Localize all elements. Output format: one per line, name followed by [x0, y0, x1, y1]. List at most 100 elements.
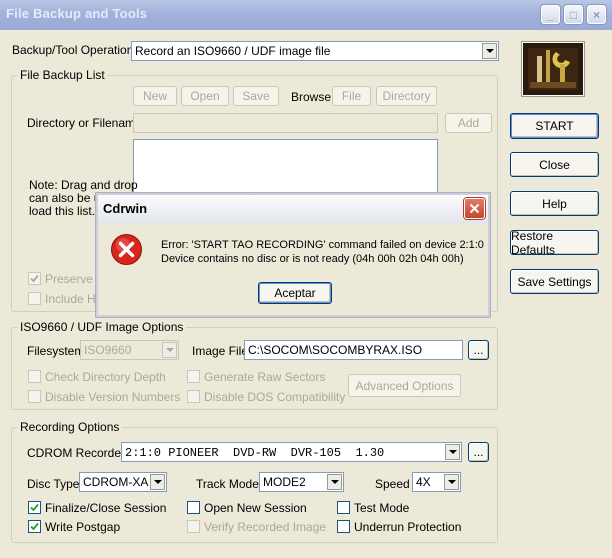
operation-select[interactable]: Record an ISO9660 / UDF image file	[131, 41, 499, 61]
preserve-label: Preserve F	[45, 272, 104, 286]
chevron-down-icon	[448, 450, 457, 454]
disable-version-checkbox[interactable]	[28, 390, 41, 403]
image-file-label: Image File	[192, 344, 249, 358]
write-postgap-label: Write Postgap	[45, 520, 121, 534]
disable-dos-checkbox[interactable]	[187, 390, 200, 403]
verify-label: Verify Recorded Image	[204, 520, 327, 534]
verify-checkbox[interactable]	[187, 520, 200, 533]
browse-file-button[interactable]: File	[332, 86, 371, 106]
test-mode-checkbox[interactable]	[337, 501, 350, 514]
checkmark-icon	[30, 274, 39, 283]
open-list-button[interactable]: Open	[181, 86, 229, 106]
accept-button[interactable]: Aceptar	[258, 282, 332, 304]
operation-dropdown-button[interactable]	[482, 43, 497, 59]
maximize-button[interactable]: □	[564, 5, 583, 24]
add-button[interactable]: Add	[445, 113, 492, 133]
operation-value: Record an ISO9660 / UDF image file	[135, 44, 331, 58]
underrun-checkbox[interactable]	[337, 520, 350, 533]
save-list-button[interactable]: Save	[233, 86, 279, 106]
save-settings-button[interactable]: Save Settings	[510, 269, 599, 294]
cdrom-recorder-select[interactable]: 2:1:0 PIONEER DVD-RW DVR-105 1.30	[121, 442, 462, 462]
error-dialog[interactable]: Cdrwin Error: 'START TAO RECORDING' comm…	[96, 193, 490, 317]
track-mode-select[interactable]: MODE2	[259, 472, 344, 492]
speed-value: 4X	[416, 475, 431, 489]
preserve-checkbox[interactable]	[28, 272, 41, 285]
window-title: File Backup and Tools	[6, 6, 148, 21]
open-new-session-label: Open New Session	[204, 501, 307, 515]
filesystem-label: Filesystem	[27, 344, 85, 358]
filesystem-dropdown-button[interactable]	[162, 342, 177, 358]
checkmark-icon	[30, 503, 39, 512]
cdrom-recorder-dropdown-button[interactable]	[445, 444, 460, 460]
operation-label: Backup/Tool Operation	[12, 43, 134, 57]
error-icon	[110, 233, 143, 266]
speed-select[interactable]: 4X	[412, 472, 461, 492]
disc-type-dropdown-button[interactable]	[150, 474, 165, 490]
track-mode-dropdown-button[interactable]	[327, 474, 342, 490]
minimize-button[interactable]: _	[541, 5, 560, 24]
write-postgap-checkbox[interactable]	[28, 520, 41, 533]
help-button[interactable]: Help	[510, 191, 599, 216]
track-mode-label: Track Mode	[196, 477, 259, 491]
image-file-input[interactable]: C:\SOCOM\SOCOMBYRAX.ISO	[244, 340, 463, 360]
start-button[interactable]: START	[510, 113, 599, 139]
close-window-button[interactable]: ×	[587, 5, 606, 24]
image-file-browse-button[interactable]: ...	[468, 340, 489, 360]
minimize-icon: _	[547, 7, 554, 22]
track-mode-value: MODE2	[263, 475, 306, 489]
browse-label: Browse	[291, 90, 332, 104]
disable-version-label: Disable Version Numbers	[45, 390, 181, 404]
maximize-icon: □	[569, 7, 578, 22]
dialog-title: Cdrwin	[103, 201, 148, 216]
tools-icon	[523, 43, 583, 95]
chevron-down-icon	[153, 480, 162, 484]
directory-filename-label: Directory or Filename	[27, 116, 142, 130]
include-label: Include Hi	[45, 292, 99, 306]
disable-dos-label: Disable DOS Compatibility	[204, 390, 346, 404]
cdrom-recorder-label: CDROM Recorder	[27, 446, 126, 460]
disc-type-value: CDROM-XA	[83, 475, 149, 489]
finalize-label: Finalize/Close Session	[45, 501, 167, 515]
include-checkbox[interactable]	[28, 292, 41, 305]
disc-type-label: Disc Type	[27, 477, 80, 491]
speed-dropdown-button[interactable]	[444, 474, 459, 490]
underrun-label: Underrun Protection	[354, 520, 462, 534]
error-message: Error: 'START TAO RECORDING' command fai…	[161, 238, 484, 266]
check-depth-checkbox[interactable]	[28, 370, 41, 383]
speed-label: Speed	[375, 477, 410, 491]
finalize-checkbox[interactable]	[28, 501, 41, 514]
recording-options-title: Recording Options	[17, 420, 123, 434]
raw-sectors-checkbox[interactable]	[187, 370, 200, 383]
filesystem-select[interactable]: ISO9660	[80, 340, 179, 360]
chevron-down-icon	[330, 480, 339, 484]
chevron-down-icon	[447, 480, 456, 484]
file-backup-list-title: File Backup List	[17, 68, 108, 82]
advanced-options-button[interactable]: Advanced Options	[348, 374, 461, 397]
checkmark-icon	[30, 522, 39, 531]
close-icon: ×	[592, 7, 600, 22]
browse-directory-button[interactable]: Directory	[376, 86, 437, 106]
chevron-down-icon	[485, 49, 494, 53]
check-depth-label: Check Directory Depth	[45, 370, 166, 384]
cdrom-recorder-value: 2:1:0 PIONEER DVD-RW DVR-105 1.30	[125, 446, 385, 460]
chevron-down-icon	[165, 348, 174, 352]
filesystem-value: ISO9660	[84, 343, 132, 357]
new-list-button[interactable]: New	[133, 86, 177, 106]
title-bar[interactable]: File Backup and Tools _ □ ×	[0, 0, 612, 30]
close-button[interactable]: Close	[510, 152, 599, 177]
error-line-1: Error: 'START TAO RECORDING' command fai…	[161, 239, 484, 251]
test-mode-label: Test Mode	[354, 501, 410, 515]
dialog-close-button[interactable]	[464, 198, 485, 219]
open-new-session-checkbox[interactable]	[187, 501, 200, 514]
disc-type-select[interactable]: CDROM-XA	[79, 472, 167, 492]
app-logo	[521, 41, 585, 97]
raw-sectors-label: Generate Raw Sectors	[204, 370, 326, 384]
file-list-box[interactable]	[133, 139, 438, 199]
close-icon	[469, 203, 480, 214]
error-line-2: Device contains no disc or is not ready …	[161, 253, 464, 265]
recorder-browse-button[interactable]: ...	[468, 442, 489, 462]
restore-defaults-button[interactable]: Restore Defaults	[510, 229, 599, 257]
directory-filename-input[interactable]	[133, 113, 438, 133]
dialog-title-bar[interactable]: Cdrwin	[98, 195, 488, 223]
iso-options-title: ISO9660 / UDF Image Options	[17, 320, 187, 334]
